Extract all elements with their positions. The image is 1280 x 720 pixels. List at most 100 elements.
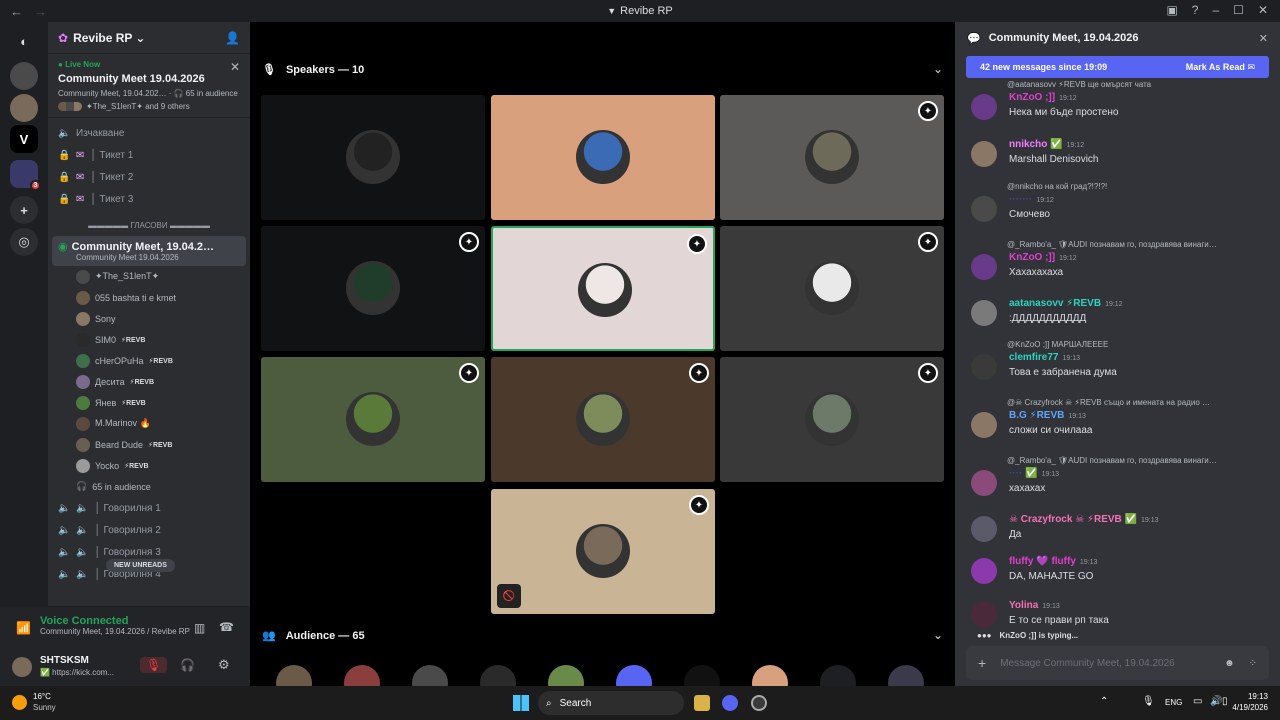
voice-user[interactable]: ✦The_S1lenT✦ [48, 266, 250, 287]
avatar[interactable] [971, 300, 997, 326]
weather-temp[interactable]: 16°C [33, 692, 51, 701]
mark-as-read-button[interactable]: Mark As Read ✉ [1186, 62, 1255, 73]
message-author[interactable]: ☠ Crazyfrock ☠ ⚡REVB ✅ [1009, 514, 1137, 525]
invite-icon[interactable]: 👤 [225, 31, 240, 45]
reply-preview[interactable]: @_Rambo'a_ 🛡AUDI познавам го, поздравява… [1007, 456, 1257, 465]
inbox-icon[interactable]: ▣ [1166, 3, 1177, 17]
avatar[interactable] [971, 516, 997, 542]
chat-message[interactable]: @_Rambo'a_ 🛡AUDI познавам го, поздравява… [971, 240, 1261, 280]
audience-avatar[interactable] [548, 665, 584, 686]
message-author[interactable]: ······· [1009, 194, 1032, 205]
message-author[interactable]: nnikcho ✅ [1009, 139, 1063, 150]
speaker-tile[interactable]: ✦ [720, 95, 944, 220]
audience-avatar[interactable] [616, 665, 652, 686]
server-folder[interactable]: 3 [10, 160, 41, 191]
channel-ticket-2[interactable]: 🔒 ✉ │ Тикет 2 [48, 166, 250, 188]
speaker-tile[interactable] [261, 95, 485, 220]
message-author[interactable]: Yolina [1009, 600, 1038, 611]
message-author[interactable]: aatanasovv ⚡REVB [1009, 298, 1101, 309]
home-button[interactable]: ◐ [10, 27, 38, 55]
chat-message[interactable]: fluffy 💜 fluffy 19:13 DA, MAHAJTE GO [971, 556, 1261, 596]
speaker-tile[interactable]: ✦ [491, 357, 715, 482]
reply-preview[interactable]: @aatanasovv ⚡REVB ще омърсят чата [1007, 80, 1257, 89]
message-author[interactable]: KnZoO ;]] [1009, 92, 1055, 103]
message-composer[interactable]: + Message Community Meet, 19.04.2026 ☻ ⁘ [966, 646, 1269, 680]
message-author[interactable]: fluffy 💜 fluffy [1009, 556, 1076, 567]
headset-icon[interactable]: 🎧 [180, 658, 195, 672]
chat-message[interactable]: @nnikcho на кой град?!?!?! ······· 19:12 См… [971, 182, 1261, 222]
new-unreads-pill[interactable]: NEW UNREADS [106, 559, 175, 572]
discover-button[interactable]: ◎ [10, 228, 38, 256]
channel-ticket-3[interactable]: 🔒 ✉ │ Тикет 3 [48, 188, 250, 210]
chat-message[interactable]: nnikcho ✅ 19:12 Marshall Denisovich [971, 139, 1261, 179]
audience-avatar[interactable] [412, 665, 448, 686]
audience-avatar[interactable] [888, 665, 924, 686]
message-input[interactable]: Message Community Meet, 19.04.2026 [1000, 658, 1210, 669]
avatar[interactable] [971, 254, 997, 280]
avatar[interactable] [971, 354, 997, 380]
chat-message[interactable]: aatanasovv ⚡REVB 19:12:ДДДДДДДДДДД [971, 298, 1261, 338]
audience-avatar[interactable] [344, 665, 380, 686]
channel-govorilnya-4[interactable]: 🔈 🔈 │ Говорилня 4 NEW UNREADS [48, 559, 250, 585]
message-author[interactable]: KnZoO ;]] [1009, 252, 1055, 263]
avatar[interactable] [971, 412, 997, 438]
speaker-tile[interactable]: ✦ [261, 357, 485, 482]
windows-start-icon[interactable] [513, 695, 529, 711]
voice-user[interactable]: Десита ⚡REVB [48, 371, 250, 392]
speaker-tile[interactable] [491, 95, 715, 220]
speaker-tile[interactable]: ✦ [720, 357, 944, 482]
message-author[interactable]: clemfire77 [1009, 352, 1058, 363]
settings-icon[interactable]: ⚙ [218, 657, 230, 673]
channel-govorilnya-1[interactable]: 🔈 🔈 │ Говорилня 1 [48, 497, 250, 519]
speaker-tile[interactable]: ✦ 🚫 [491, 489, 715, 614]
add-server-button[interactable]: + [10, 196, 38, 224]
speakers-header[interactable]: 🎙 Speakers — 10 [262, 63, 364, 77]
avatar[interactable] [971, 196, 997, 222]
chat-message[interactable]: @☠ Crazyfrock ☠ ⚡REVB също и имената на … [971, 398, 1261, 438]
server-header[interactable]: ✿ Revibe RP ⌄ 👤 [48, 22, 250, 54]
speaker-tile[interactable]: ✦ [491, 226, 715, 351]
voice-user[interactable]: Sony [48, 308, 250, 329]
voice-user[interactable]: Янев ⚡REVB [48, 392, 250, 413]
message-author[interactable]: ···· ✅ [1009, 468, 1038, 479]
category-glasovi[interactable]: ▬▬▬▬▬ ГЛАСОВИ ▬▬▬▬▬ [48, 216, 250, 236]
chat-message[interactable]: @KnZoO ;]] МАРШАЛЕЕЕЕ clemfire77 19:13 Това… [971, 340, 1261, 380]
channel-ticket-1[interactable]: 🔒 ✉ │ Тикет 1 [48, 144, 250, 166]
microphone-tray-icon[interactable]: 🎙 [1142, 696, 1155, 707]
audience-avatar[interactable] [276, 665, 312, 686]
server-icon-1[interactable] [10, 62, 38, 90]
message-author[interactable]: B.G ⚡REVB [1009, 410, 1064, 421]
voice-user[interactable]: SIM0 ⚡REVB [48, 329, 250, 350]
disconnect-icon[interactable]: ☎ [219, 620, 234, 634]
channel-govorilnya-2[interactable]: 🔈 🔈 │ Говорилня 2 [48, 519, 250, 541]
emoji-icon[interactable]: ☻ [1224, 658, 1235, 669]
audience-header[interactable]: 👥 Audience — 65 [262, 629, 365, 643]
speaker-tile[interactable]: ✦ [720, 226, 944, 351]
audience-avatar[interactable] [480, 665, 516, 686]
chat-message[interactable]: @_Rambo'a_ 🛡AUDI познавам го, поздравява… [971, 456, 1261, 496]
chat-message[interactable]: ☠ Crazyfrock ☠ ⚡REVB ✅ 19:13 Да [971, 514, 1261, 554]
clock-time[interactable]: 19:13 [1232, 692, 1268, 701]
chevron-down-icon[interactable]: ⌄ [933, 62, 943, 76]
avatar[interactable] [12, 657, 32, 677]
avatar[interactable] [971, 602, 997, 628]
soundboard-icon[interactable]: ▥ [194, 621, 205, 635]
chat-message[interactable]: @aatanasovv ⚡REVB ще омърсят чата KnZoO ;… [971, 80, 1261, 120]
volume-icon[interactable]: 🔊 [1210, 696, 1222, 707]
audience-avatar[interactable] [752, 665, 788, 686]
language-indicator[interactable]: ENG [1165, 698, 1182, 707]
channel-izchakvane[interactable]: 🔈 Изчакване [48, 122, 250, 144]
audience-avatar[interactable] [684, 665, 720, 686]
chevron-down-icon[interactable]: ⌄ [933, 628, 943, 642]
live-event-card[interactable]: ● Live Now ✕ Community Meet 19.04.2026 C… [48, 54, 250, 118]
voice-status[interactable]: Voice Connected [40, 615, 190, 627]
taskbar-search[interactable]: ⌕ Search [538, 691, 684, 715]
app-taskbar-icon[interactable] [751, 695, 767, 711]
voice-user[interactable]: Yocko ⚡REVB [48, 455, 250, 476]
reply-preview[interactable]: @☠ Crazyfrock ☠ ⚡REVB също и имената на … [1007, 398, 1257, 407]
avatar[interactable] [971, 94, 997, 120]
avatar[interactable] [971, 141, 997, 167]
discord-taskbar-icon[interactable] [722, 695, 738, 711]
active-stage-channel[interactable]: ◉ Community Meet, 19.04.2… Community Meet… [52, 236, 246, 266]
speaker-tile[interactable]: ✦ [261, 226, 485, 351]
